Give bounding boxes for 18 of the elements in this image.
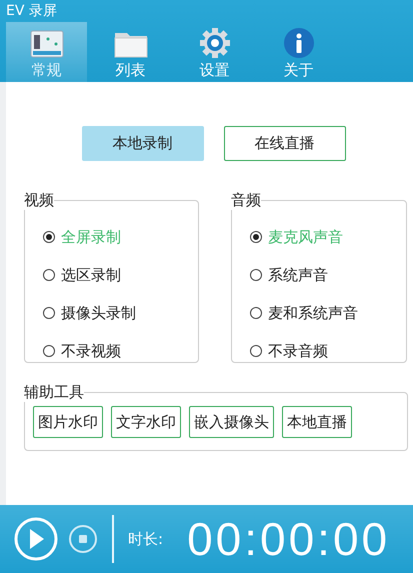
tool-button[interactable]: 图片水印 (33, 406, 103, 438)
group-title: 音频 (231, 191, 261, 210)
mode-button[interactable]: 在线直播 (224, 126, 346, 161)
group-title: 辅助工具 (24, 383, 84, 402)
group-title: 视频 (24, 191, 54, 210)
tool-button[interactable]: 文字水印 (111, 406, 181, 438)
option-label[interactable]: 选区录制 (61, 266, 121, 284)
option-label[interactable]: 麦和系统声音 (268, 304, 358, 322)
mode-button[interactable]: 本地录制 (82, 126, 204, 161)
duration-label: 时长: (128, 530, 164, 548)
tool-button[interactable]: 本地直播 (282, 406, 352, 438)
option-label[interactable]: 不录音频 (268, 342, 328, 360)
window-title: EV 录屏 (5, 2, 58, 21)
option-label[interactable]: 摄像头录制 (61, 304, 136, 322)
timer-display: 00:00:00 (187, 512, 390, 566)
option-label[interactable]: 不录视频 (61, 342, 121, 360)
option-label[interactable]: 系统声音 (268, 266, 328, 284)
tool-button[interactable]: 嵌入摄像头 (189, 406, 274, 438)
